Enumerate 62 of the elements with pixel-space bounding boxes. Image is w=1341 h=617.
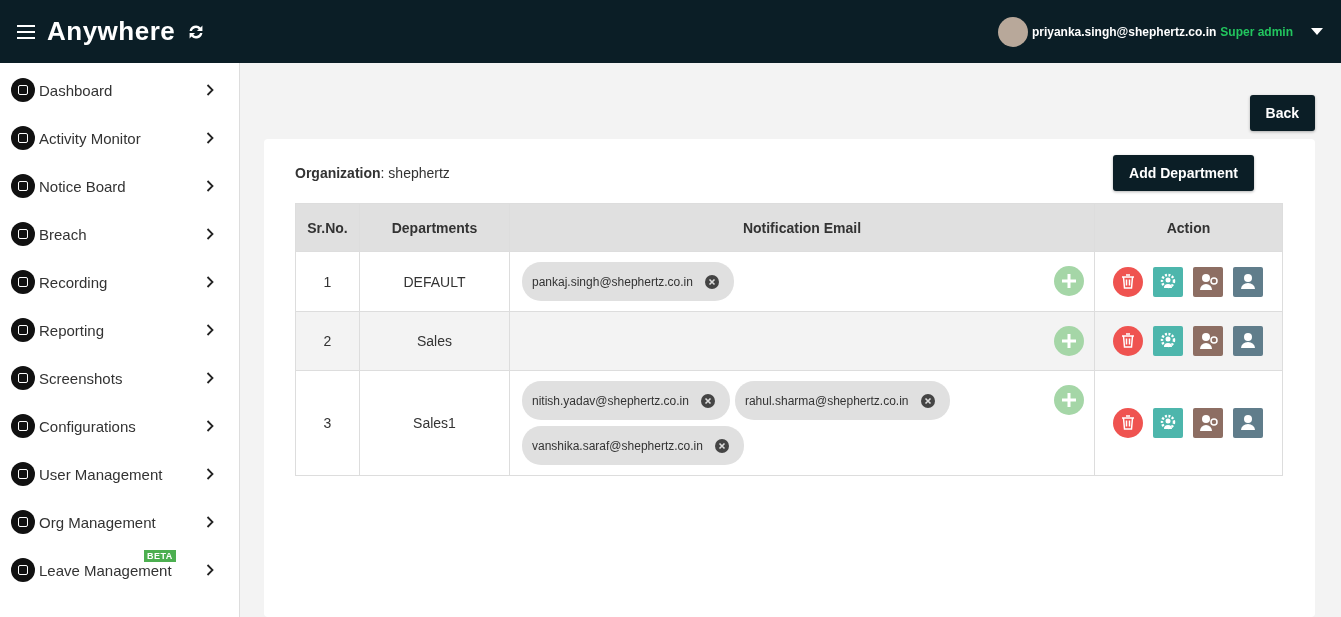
user-settings-icon[interactable] — [1153, 408, 1183, 438]
column-header: Departments — [359, 203, 510, 252]
table-cell: Sales — [359, 311, 510, 371]
delete-icon[interactable] — [1113, 326, 1143, 356]
user-icon[interactable] — [1233, 266, 1263, 297]
column-header: Action — [1094, 203, 1283, 252]
remove-icon[interactable] — [714, 438, 729, 453]
caret-icon[interactable] — [1311, 28, 1323, 35]
add-department-button[interactable]: Add Department — [1113, 155, 1254, 191]
back-button[interactable]: Back — [1249, 95, 1315, 131]
brand-logo: Anywhere — [47, 16, 176, 47]
user-role: Super admin — [1220, 24, 1293, 39]
table-cell: 1 — [295, 251, 360, 312]
beta-badge: BETA — [144, 550, 176, 562]
chevron-right-icon — [206, 84, 214, 96]
sidebar-item[interactable]: Screenshots — [0, 354, 239, 402]
chevron-right-icon — [206, 228, 214, 240]
chevron-right-icon — [206, 276, 214, 288]
delete-icon[interactable] — [1113, 408, 1143, 438]
chevron-right-icon — [206, 564, 214, 576]
email-text: pankaj.singh@shephertz.co.in — [532, 274, 693, 289]
user-gear-icon[interactable] — [1193, 326, 1223, 356]
sidebar-item[interactable]: BETA Leave Management — [0, 546, 239, 594]
email-text: nitish.yadav@shephertz.co.in — [532, 393, 689, 408]
sidebar-item[interactable]: User Management — [0, 450, 239, 498]
remove-icon[interactable] — [704, 274, 719, 289]
chevron-right-icon — [206, 516, 214, 528]
chevron-right-icon — [206, 420, 214, 432]
sidebar-item[interactable]: Activity Monitor — [0, 114, 239, 162]
email-text: vanshika.saraf@shephertz.co.in — [532, 438, 703, 453]
user-gear-icon[interactable] — [1193, 266, 1223, 297]
chevron-right-icon — [206, 468, 214, 480]
chevron-right-icon — [206, 180, 214, 192]
sidebar-item[interactable]: Reporting — [0, 306, 239, 354]
user-settings-icon[interactable] — [1153, 326, 1183, 356]
sidebar-item[interactable]: Notice Board — [0, 162, 239, 210]
organization-text: Organization: shephertz — [295, 165, 450, 181]
column-header: Sr.No. — [295, 203, 360, 252]
user-email: priyanka.singh@shephertz.co.in — [1031, 24, 1217, 39]
menu-icon[interactable] — [17, 24, 35, 39]
user-settings-icon[interactable] — [1153, 266, 1183, 297]
sidebar-item[interactable]: Configurations — [0, 402, 239, 450]
remove-icon[interactable] — [700, 393, 715, 408]
table-cell: 2 — [295, 311, 360, 371]
table-cell: 3 — [295, 370, 360, 476]
remove-icon[interactable] — [920, 393, 935, 408]
avatar[interactable] — [997, 16, 1028, 47]
table-cell: DEFAULT — [359, 251, 510, 312]
sidebar-item[interactable]: Breach — [0, 210, 239, 258]
email-text: rahul.sharma@shephertz.co.in — [744, 393, 909, 408]
user-icon[interactable] — [1233, 326, 1263, 356]
sidebar-item[interactable]: Dashboard — [0, 66, 239, 114]
chevron-right-icon — [206, 324, 214, 336]
delete-icon[interactable] — [1113, 266, 1143, 297]
sidebar-item[interactable]: Org Management — [0, 498, 239, 546]
chevron-right-icon — [206, 132, 214, 144]
column-header: Notification Email — [509, 203, 1095, 252]
sidebar-item[interactable]: Recording — [0, 258, 239, 306]
user-icon[interactable] — [1233, 408, 1263, 438]
user-gear-icon[interactable] — [1193, 408, 1223, 438]
table-cell: Sales1 — [359, 370, 510, 476]
chevron-right-icon — [206, 372, 214, 384]
